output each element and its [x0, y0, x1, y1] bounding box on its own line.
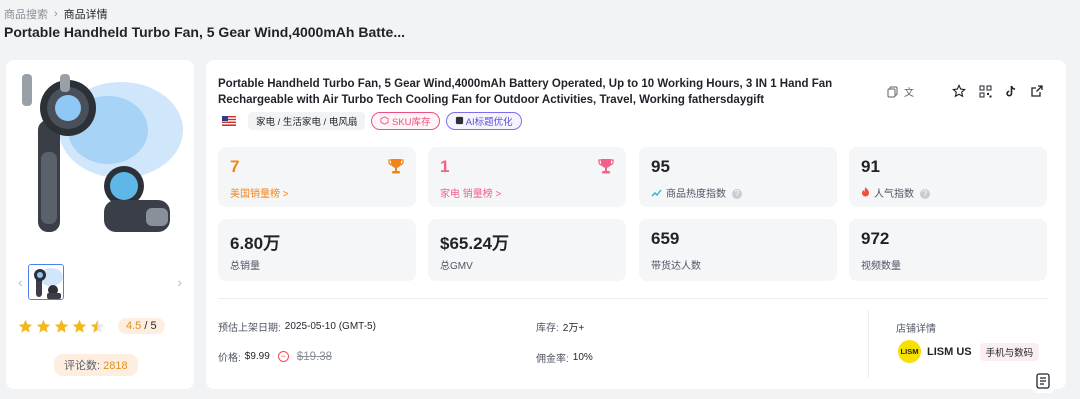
flame-icon: [862, 187, 869, 197]
category-sales-rank-card[interactable]: 1 家电 销量榜 >: [428, 147, 626, 207]
rating-value: 4.5: [126, 320, 142, 332]
external-link-icon[interactable]: [1026, 80, 1048, 102]
category-rank-value: 1: [440, 157, 450, 176]
commission-value: 10%: [572, 352, 593, 363]
rating-row: 4.5 / 5: [18, 318, 165, 334]
popularity-index-value: 91: [861, 157, 880, 176]
review-count-label: 评论数:: [64, 360, 101, 372]
star-icon: [72, 319, 87, 333]
price-value: $9.99: [244, 351, 270, 362]
star-icon: [18, 319, 33, 333]
document-icon[interactable]: [1031, 369, 1055, 393]
breadcrumb-separator: ›: [54, 8, 58, 20]
breadcrumb: 商品搜索 › 商品详情: [4, 6, 108, 22]
total-sales-value: 6.80万: [230, 234, 281, 253]
ai-icon: [455, 116, 463, 125]
commission-row: 佣金率: 10%: [536, 350, 593, 365]
us-rank-value: 7: [230, 157, 240, 176]
thumbnail-next-button[interactable]: ›: [177, 274, 182, 290]
us-flag-icon: [222, 116, 236, 126]
price-drop-icon: −: [277, 351, 289, 362]
action-icons: [948, 80, 1048, 102]
trophy-icon: [598, 159, 614, 174]
creators-card: 659 带货达人数: [639, 219, 837, 281]
heat-index-label-row: 商品热度指数?: [651, 185, 742, 200]
store-details-title: 店铺详情: [896, 324, 936, 335]
store-row[interactable]: LISM LISM US 手机与数码: [898, 340, 1040, 363]
price-label: 价格:: [218, 353, 241, 364]
ai-tag-label: AI标题优化: [465, 117, 513, 128]
stock-value: 2万+: [562, 323, 585, 334]
review-count-value: 2818: [103, 360, 128, 372]
creators-label: 带货达人数: [651, 261, 701, 272]
favorite-star-icon[interactable]: [948, 80, 970, 102]
heat-index-card: 95 商品热度指数?: [639, 147, 837, 207]
creators-value: 659: [651, 229, 680, 248]
heat-index-value: 95: [651, 157, 670, 176]
review-count-badge: 评论数: 2818: [54, 354, 138, 376]
store-category-tag: 手机与数码: [979, 342, 1040, 361]
thumbnail-prev-button[interactable]: ‹: [18, 274, 23, 290]
product-image: [16, 68, 184, 242]
trend-icon: [651, 189, 662, 197]
us-rank-label: 美国销量榜 >: [230, 189, 289, 200]
total-gmv-value: $65.24万: [440, 234, 509, 253]
popularity-index-label: 人气指数: [874, 189, 914, 200]
breadcrumb-parent[interactable]: 商品搜索: [4, 6, 48, 22]
stock-label: 库存:: [536, 323, 559, 334]
listing-date-value: 2025-05-10 (GMT-5): [284, 321, 376, 332]
sku-stock-tag[interactable]: SKU库存: [371, 112, 440, 130]
listing-date-row: 预估上架日期: 2025-05-10 (GMT-5): [218, 319, 376, 334]
price-row: 价格: $9.99 − $19.38: [218, 349, 332, 365]
trophy-icon: [388, 159, 404, 174]
original-price: $19.38: [296, 350, 332, 363]
total-sales-card: 6.80万 总销量: [218, 219, 416, 281]
popularity-index-card: 91 人气指数?: [849, 147, 1047, 207]
star-icon: [36, 319, 51, 333]
store-name[interactable]: LISM US: [927, 346, 972, 358]
sku-tag-label: SKU库存: [391, 117, 431, 128]
heat-index-label: 商品热度指数: [666, 189, 726, 200]
ai-title-tag[interactable]: AI标题优化: [445, 112, 522, 130]
product-title: Portable Handheld Turbo Fan, 5 Gear Wind…: [218, 78, 833, 106]
popularity-index-label-row: 人气指数?: [861, 185, 930, 200]
star-icon: [54, 319, 69, 333]
sku-box-icon: [380, 116, 389, 125]
total-gmv-card: $65.24万 总GMV: [428, 219, 626, 281]
store-logo: LISM: [898, 340, 921, 363]
product-detail-card: Portable Handheld Turbo Fan, 5 Gear Wind…: [206, 60, 1066, 389]
us-sales-rank-card[interactable]: 7 美国销量榜 >: [218, 147, 416, 207]
help-icon[interactable]: ?: [920, 189, 930, 200]
breadcrumb-current: 商品详情: [63, 9, 108, 21]
divider: [218, 298, 1048, 299]
half-star-icon: [90, 319, 105, 333]
copy-icon[interactable]: [887, 86, 899, 98]
category-tag: 家电 / 生活家电 / 电风扇: [248, 112, 366, 130]
tiktok-icon[interactable]: [1000, 80, 1022, 102]
divider: [868, 310, 869, 378]
thumbnail-image[interactable]: [28, 264, 64, 300]
rating-denominator: / 5: [144, 320, 157, 332]
tags-row: 家电 / 生活家电 / 电风扇 SKU库存 AI标题优化: [222, 112, 522, 130]
help-icon[interactable]: ?: [732, 189, 742, 200]
total-gmv-label: 总GMV: [440, 261, 473, 272]
videos-label: 视频数量: [861, 261, 901, 272]
category-rank-label: 家电 销量榜 >: [440, 189, 502, 200]
translate-icon[interactable]: 文: [904, 84, 914, 99]
total-sales-label: 总销量: [230, 261, 260, 272]
listing-date-label: 预估上架日期:: [218, 323, 281, 334]
commission-label: 佣金率:: [536, 354, 569, 365]
videos-card: 972 视频数量: [849, 219, 1047, 281]
page-title: Portable Handheld Turbo Fan, 5 Gear Wind…: [4, 24, 406, 40]
thumbnail-row: ‹ ›: [14, 264, 186, 300]
stock-row: 库存: 2万+: [536, 319, 584, 334]
qr-code-icon[interactable]: [974, 80, 996, 102]
product-gallery-card: ‹ › 4.5 / 5 评论数: 2818: [6, 60, 194, 389]
videos-value: 972: [861, 229, 890, 248]
rating-score: 4.5 / 5: [118, 318, 165, 334]
